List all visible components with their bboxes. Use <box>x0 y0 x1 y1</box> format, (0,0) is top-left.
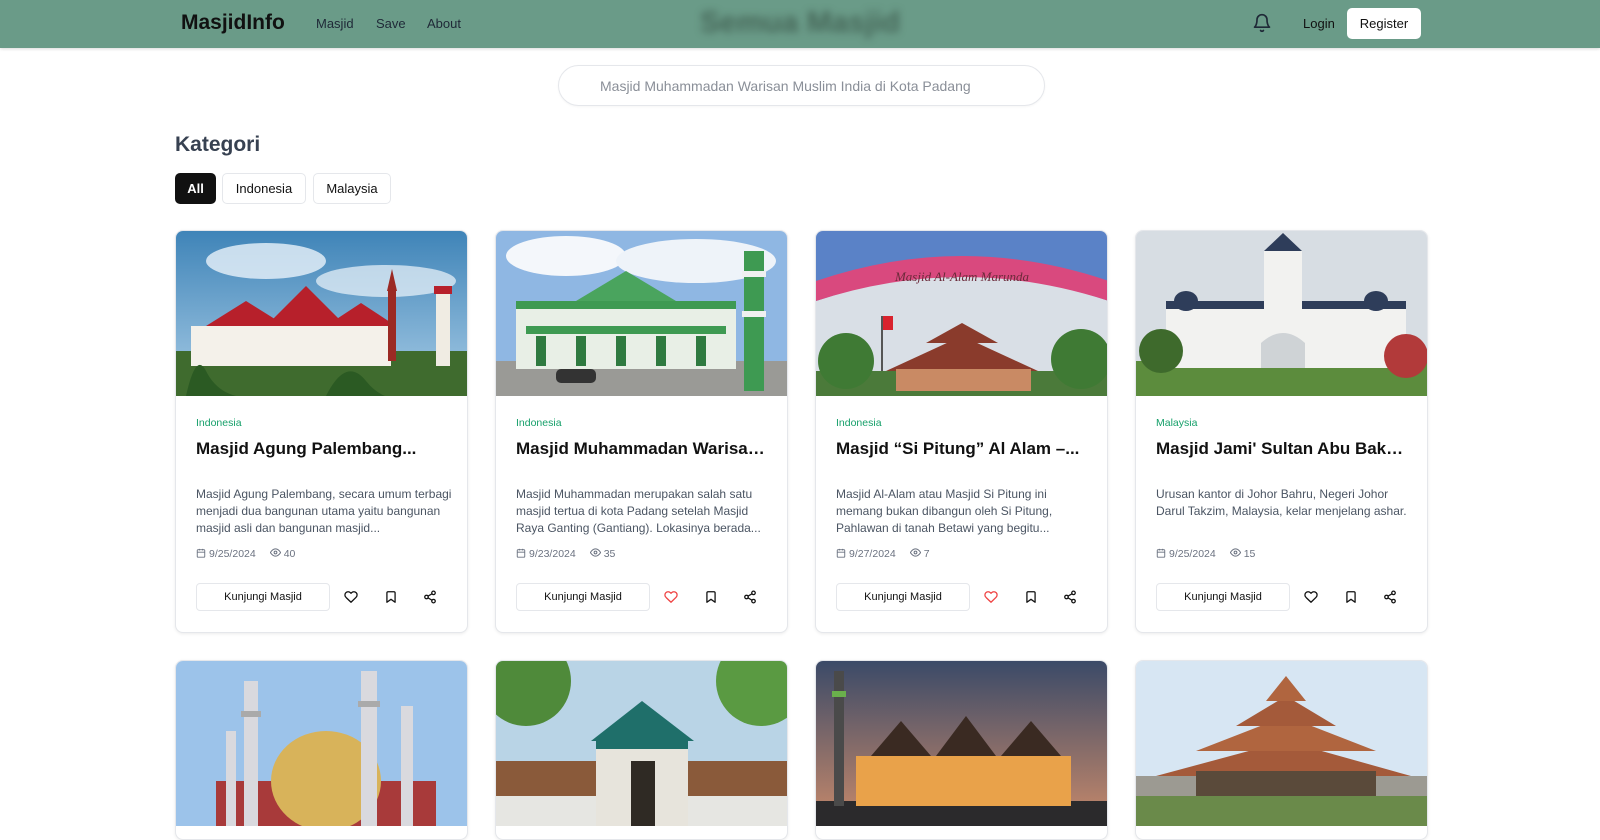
eye-icon <box>589 547 601 561</box>
card-meta: 9/25/2024 15 <box>1156 547 1255 561</box>
register-button[interactable]: Register <box>1347 8 1421 39</box>
eye-icon <box>1229 547 1241 561</box>
mosque-card[interactable] <box>1135 660 1428 840</box>
mosque-card[interactable] <box>495 660 788 840</box>
card-views: 15 <box>1243 548 1256 560</box>
card-title[interactable]: Masjid Agung Palembang... <box>196 439 452 459</box>
navbar: MasjidInfo Masjid Save About Semua Masji… <box>0 0 1600 48</box>
chip-indonesia[interactable]: Indonesia <box>222 173 306 204</box>
visit-mosque-button[interactable]: Kunjungi Masjid <box>196 583 330 611</box>
heart-icon[interactable] <box>662 588 680 606</box>
bookmark-icon[interactable] <box>1022 588 1040 606</box>
mosque-card[interactable]: Indonesia Masjid Muhammadan Warisan... M… <box>495 230 788 633</box>
share-icon[interactable] <box>1381 588 1399 606</box>
mosque-card[interactable] <box>815 660 1108 840</box>
calendar-icon <box>196 548 206 561</box>
card-description: Masjid Agung Palembang, secara umum terb… <box>196 487 452 535</box>
card-category: Indonesia <box>836 417 882 429</box>
mosque-card[interactable]: Indonesia Masjid Agung Palembang... Masj… <box>175 230 468 633</box>
card-title[interactable]: Masjid Muhammadan Warisan... <box>516 439 772 459</box>
card-views: 7 <box>923 548 930 560</box>
calendar-icon <box>516 548 526 561</box>
card-description: Masjid Muhammadan merupakan salah satu m… <box>516 487 761 535</box>
nav-link-save[interactable]: Save <box>376 16 406 31</box>
visit-mosque-button[interactable]: Kunjungi Masjid <box>1156 583 1290 611</box>
search-input[interactable] <box>558 65 1045 106</box>
bookmark-icon[interactable] <box>702 588 720 606</box>
heart-icon[interactable] <box>982 588 1000 606</box>
mosque-card[interactable]: Malaysia Masjid Jami' Sultan Abu Bakar..… <box>1135 230 1428 633</box>
share-icon[interactable] <box>741 588 759 606</box>
card-description: Urusan kantor di Johor Bahru, Negeri Joh… <box>1156 487 1407 518</box>
nav-link-about[interactable]: About <box>427 16 461 31</box>
mosque-card[interactable]: Masjid Al-Alam Marunda Indonesia Masjid … <box>815 230 1108 633</box>
heart-icon[interactable] <box>1302 588 1320 606</box>
share-icon[interactable] <box>1061 588 1079 606</box>
notification-bell-icon[interactable] <box>1252 13 1272 33</box>
visit-mosque-button[interactable]: Kunjungi Masjid <box>836 583 970 611</box>
bookmark-icon[interactable] <box>1342 588 1360 606</box>
calendar-icon <box>1156 548 1166 561</box>
card-category: Malaysia <box>1156 417 1198 429</box>
card-description: Masjid Al-Alam atau Masjid Si Pitung ini… <box>836 487 1053 535</box>
heart-icon[interactable] <box>342 588 360 606</box>
svg-text:Masjid Al-Alam Marunda: Masjid Al-Alam Marunda <box>894 269 1030 284</box>
card-date: 9/27/2024 <box>849 548 896 560</box>
card-views: 40 <box>283 548 296 560</box>
kategori-title: Kategori <box>175 133 261 156</box>
chip-malaysia[interactable]: Malaysia <box>313 173 391 204</box>
card-category: Indonesia <box>196 417 242 429</box>
mosque-card[interactable] <box>175 660 468 840</box>
card-date: 9/23/2024 <box>529 548 576 560</box>
card-title[interactable]: Masjid “Si Pitung” Al Alam –... <box>836 439 1092 459</box>
card-title[interactable]: Masjid Jami' Sultan Abu Bakar... <box>1156 439 1412 459</box>
calendar-icon <box>836 548 846 561</box>
visit-mosque-button[interactable]: Kunjungi Masjid <box>516 583 650 611</box>
card-meta: 9/25/2024 40 <box>196 547 295 561</box>
brand-logo[interactable]: MasjidInfo <box>181 11 285 35</box>
nav-link-masjid[interactable]: Masjid <box>316 16 354 31</box>
card-views: 35 <box>603 548 616 560</box>
card-category: Indonesia <box>516 417 562 429</box>
eye-icon <box>909 547 921 561</box>
eye-icon <box>269 547 281 561</box>
page-heading-blurred: Semua Masjid <box>700 6 901 39</box>
chip-all[interactable]: All <box>175 173 216 204</box>
bookmark-icon[interactable] <box>382 588 400 606</box>
login-link[interactable]: Login <box>1303 16 1335 31</box>
share-icon[interactable] <box>421 588 439 606</box>
card-meta: 9/23/2024 35 <box>516 547 615 561</box>
card-meta: 9/27/2024 7 <box>836 547 930 561</box>
card-date: 9/25/2024 <box>209 548 256 560</box>
card-date: 9/25/2024 <box>1169 548 1216 560</box>
